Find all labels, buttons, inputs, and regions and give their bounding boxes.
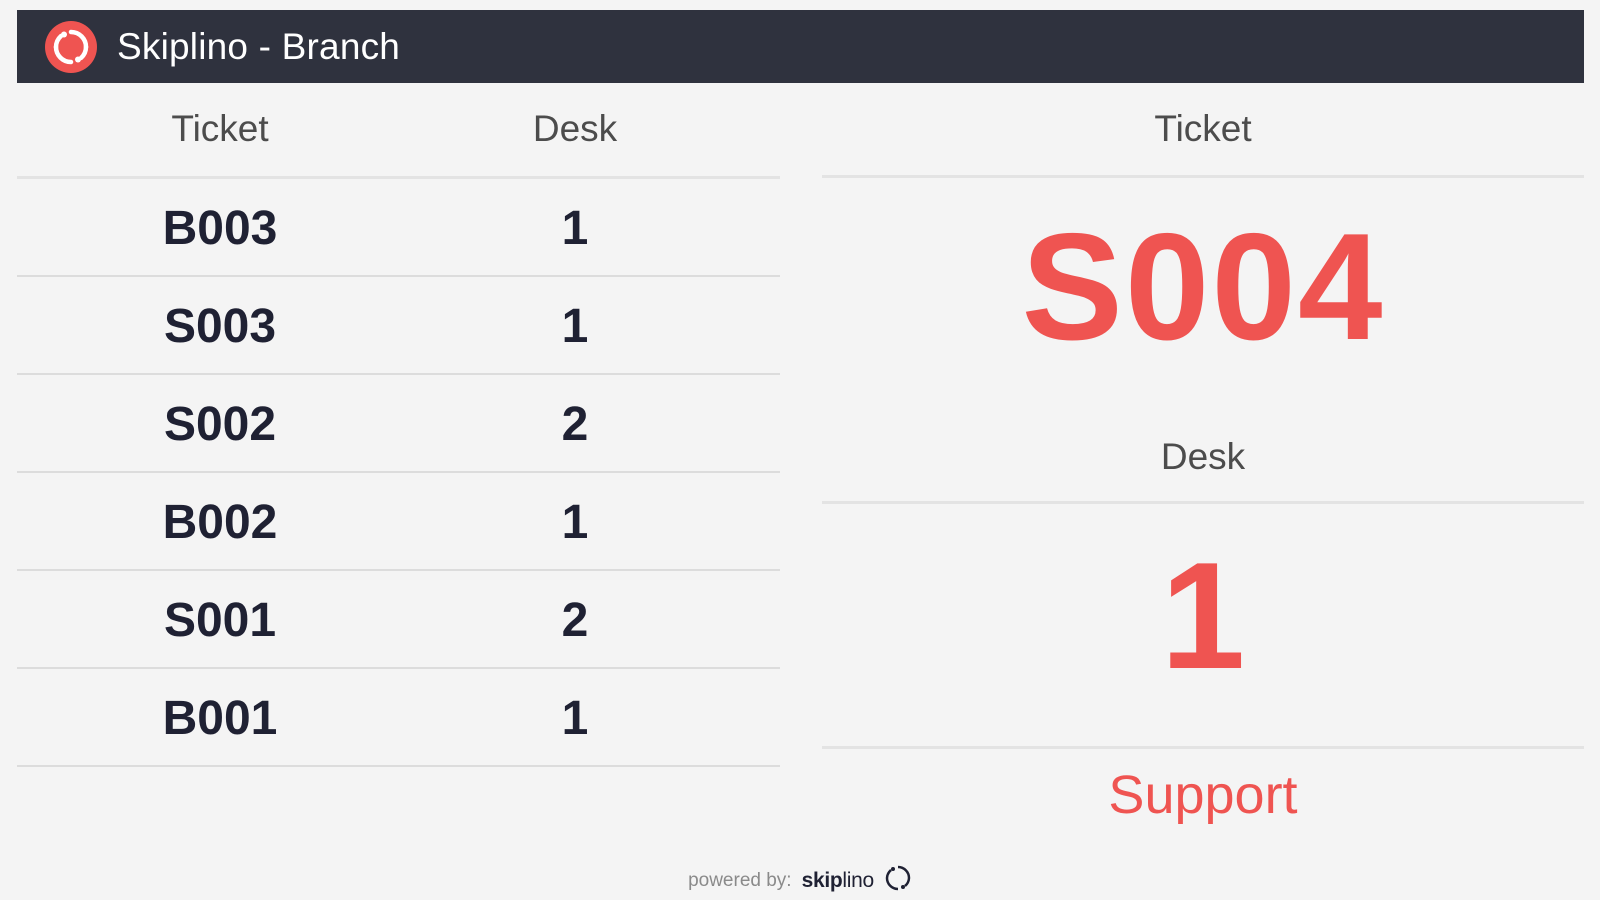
- powered-by-label: powered by:: [688, 869, 792, 891]
- ticket-number: B002: [162, 496, 278, 549]
- app-title: Skiplino - Branch: [117, 25, 401, 67]
- table-row: S003 1: [17, 277, 780, 375]
- current-service-name: Support: [1108, 765, 1298, 825]
- ticket-number: S001: [163, 594, 277, 647]
- skiplino-logo-icon: [45, 20, 97, 73]
- desk-number: 1: [561, 202, 589, 255]
- table-row: B002 1: [17, 473, 780, 571]
- table-row: S002 2: [17, 375, 780, 473]
- divider: [822, 746, 1584, 749]
- desk-number: 1: [561, 692, 589, 745]
- brand-light: lino: [842, 868, 874, 892]
- ticket-number: B003: [162, 202, 278, 255]
- skiplino-ring-icon: [884, 864, 912, 897]
- ticket-number: B001: [162, 692, 278, 745]
- ticket-number: S002: [163, 398, 277, 451]
- desk-number: 2: [561, 398, 589, 451]
- brand-bold: skip: [801, 868, 843, 892]
- brand-wordmark: skiplino: [801, 868, 875, 893]
- ticket-column-header: Ticket: [171, 108, 269, 149]
- footer: powered by: skiplino: [0, 864, 1600, 897]
- ticket-number: S003: [163, 300, 277, 353]
- queue-table: Ticket Desk B003 1 S003 1 S002 2 B002 1 …: [17, 84, 780, 767]
- title-bar: Skiplino - Branch: [17, 10, 1584, 83]
- divider: [822, 175, 1584, 178]
- desk-number: 1: [561, 496, 589, 549]
- current-desk-number: 1: [1160, 531, 1246, 701]
- desk-number: 1: [561, 300, 589, 353]
- current-ticket-panel: Ticket S004 Desk 1 Support: [822, 84, 1584, 874]
- table-row: B001 1: [17, 669, 780, 767]
- current-ticket-label: Ticket: [1154, 108, 1252, 149]
- desk-number: 2: [561, 594, 589, 647]
- desk-column-header: Desk: [532, 108, 618, 149]
- table-row: B003 1: [17, 179, 780, 277]
- table-row: S001 2: [17, 571, 780, 669]
- divider: [822, 501, 1584, 504]
- queue-header: Ticket Desk: [17, 84, 780, 179]
- current-ticket-number: S004: [1021, 202, 1385, 372]
- display-screen: Skiplino - Branch Ticket Desk B003 1 S00…: [0, 0, 1600, 900]
- current-desk-label: Desk: [1160, 436, 1246, 477]
